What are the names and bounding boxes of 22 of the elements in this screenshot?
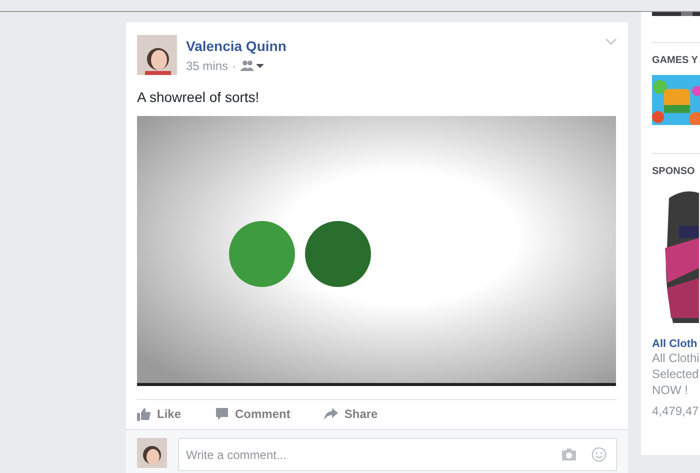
ad-text: NOW ! — [652, 382, 689, 398]
author-link[interactable]: Valencia Quinn — [186, 38, 286, 54]
post-time: 35 mins — [186, 59, 228, 73]
like-count: 4,479,47 — [652, 404, 700, 418]
share-arrow-icon — [324, 407, 338, 421]
post-text: A showreel of sorts! — [137, 89, 260, 105]
comment-field[interactable]: Write a comment... — [178, 438, 617, 471]
ad-text: Selected — [652, 366, 700, 382]
share-button[interactable]: Share — [324, 407, 378, 421]
chevron-icon[interactable] — [605, 38, 617, 46]
speech-bubble-icon — [215, 407, 230, 421]
ad-text: All Clothi — [652, 350, 700, 366]
like-button[interactable]: Like — [137, 407, 182, 421]
thumbs-up-icon — [137, 407, 151, 421]
comment-button[interactable]: Comment — [215, 407, 290, 421]
games-heading: GAMES Y — [652, 55, 699, 66]
smiley-icon[interactable] — [591, 447, 607, 462]
separator-dot: · — [232, 59, 236, 73]
ad-title-link[interactable]: All Cloth — [652, 338, 700, 350]
friends-icon[interactable] — [240, 60, 264, 72]
sponsored-heading: SPONSO — [652, 166, 696, 177]
camera-icon[interactable] — [561, 447, 577, 462]
